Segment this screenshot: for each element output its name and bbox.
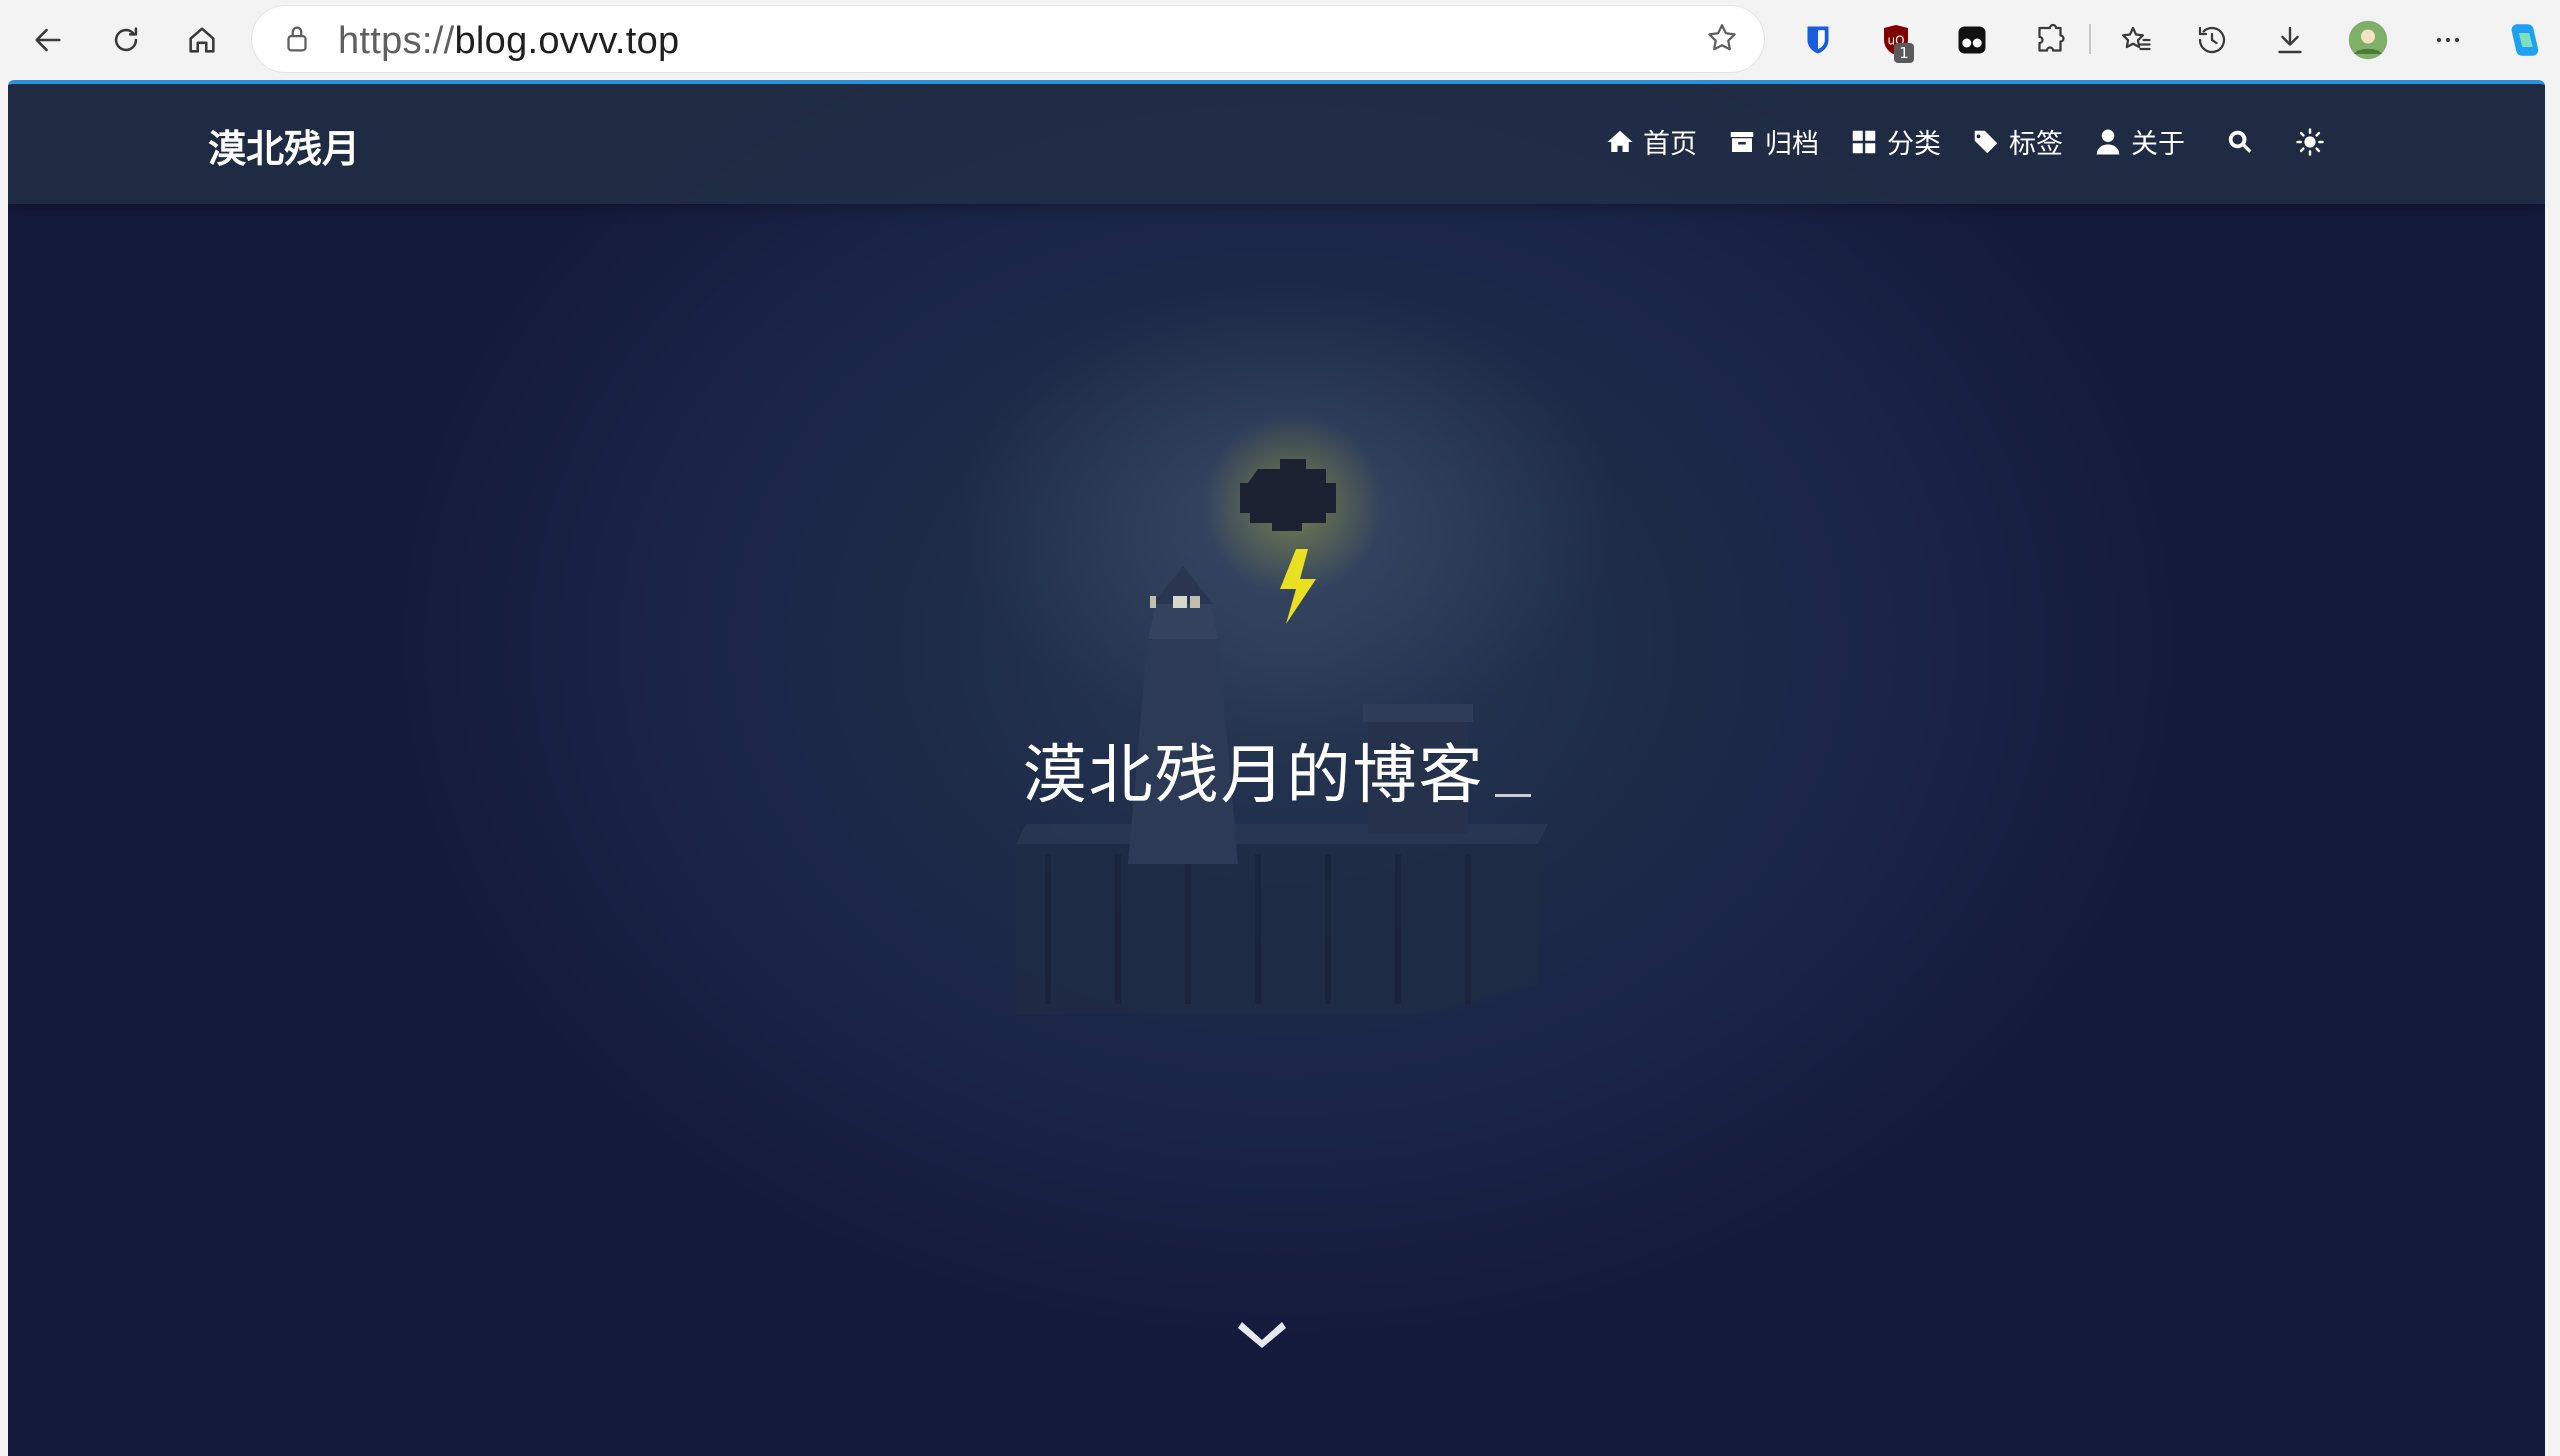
search-icon	[2228, 130, 2252, 153]
nav-tags[interactable]: 标签	[1971, 122, 2063, 161]
url-text[interactable]: https://blog.ovvv.top	[338, 20, 679, 63]
nav-about[interactable]: 关于	[2093, 122, 2185, 161]
nav-home[interactable]: 首页	[1605, 122, 1697, 161]
address-bar[interactable]: https://blog.ovvv.top	[252, 6, 1764, 72]
extensions-button[interactable]	[2024, 14, 2076, 66]
nav-category-label: 分类	[1887, 129, 1941, 160]
site-logo[interactable]: 漠北残月	[208, 118, 360, 173]
home-outline-icon	[189, 27, 215, 53]
more-menu-button[interactable]	[2422, 14, 2474, 66]
search-button[interactable]	[2225, 127, 2255, 157]
downloads-button[interactable]	[2264, 14, 2316, 66]
hero-title-text: 漠北残月的博客	[1022, 739, 1485, 813]
back-button[interactable]	[22, 14, 74, 66]
favorites-button[interactable]	[2110, 14, 2162, 66]
chevron-down-icon	[1238, 1322, 1286, 1348]
url-host: blog.ovvv.top	[454, 20, 680, 62]
bitwarden-extension-button[interactable]	[1792, 14, 1844, 66]
nav-archive[interactable]: 归档	[1727, 122, 1819, 161]
category-icon	[1852, 130, 1876, 153]
island-base	[1016, 824, 1548, 1014]
tags-icon	[1973, 130, 1998, 153]
favorite-star-icon[interactable]	[1704, 20, 1740, 56]
site-nav: 首页 归档 分类 标签 关于	[1575, 122, 2325, 161]
refresh-button[interactable]	[100, 14, 152, 66]
tampermonkey-extension-button[interactable]	[1946, 14, 1998, 66]
extension-badge-count: 1	[1894, 43, 1914, 63]
refresh-icon	[114, 27, 138, 52]
copilot-button[interactable]	[2498, 14, 2550, 66]
toolbar-divider	[2089, 24, 2091, 54]
browser-toolbar: https://blog.ovvv.top uO 1	[0, 0, 2560, 80]
favorites-star-list-icon	[2121, 26, 2151, 51]
nav-tags-label: 标签	[2009, 129, 2063, 160]
user-icon	[2096, 129, 2120, 154]
profile-button[interactable]	[2342, 14, 2394, 66]
sun-icon	[2296, 127, 2324, 156]
tampermonkey-icon	[1958, 26, 1986, 54]
site-header: 漠北残月 首页 归档 分类 标签 关于	[8, 84, 2545, 204]
theme-toggle-button[interactable]	[2295, 127, 2325, 157]
nav-home-label: 首页	[1643, 129, 1697, 160]
history-button[interactable]	[2186, 14, 2238, 66]
bitwarden-shield-icon	[1807, 26, 1829, 54]
lock-icon[interactable]	[280, 22, 314, 56]
typing-cursor	[1494, 794, 1531, 797]
download-icon	[2278, 26, 2302, 54]
back-arrow-icon	[35, 28, 61, 52]
nav-category[interactable]: 分类	[1849, 122, 1941, 161]
hero-title: 漠北残月的博客	[8, 724, 2545, 816]
page-viewport: 漠北残月 首页 归档 分类 标签 关于 漠北残月的博客	[8, 80, 2545, 1456]
ellipsis-icon	[2436, 37, 2460, 43]
puzzle-piece-icon	[2038, 23, 2065, 52]
url-protocol: https://	[338, 20, 455, 62]
home-icon	[1607, 130, 1633, 152]
nav-about-label: 关于	[2131, 129, 2185, 160]
home-button[interactable]	[176, 14, 228, 66]
scrollbar-track[interactable]	[2545, 80, 2560, 1456]
nav-archive-label: 归档	[1765, 129, 1819, 160]
scroll-down-button[interactable]	[1236, 1312, 1288, 1352]
history-clock-icon	[2198, 26, 2226, 54]
copilot-icon	[2511, 24, 2539, 56]
archive-icon	[1730, 131, 1754, 152]
avatar	[2348, 20, 2388, 60]
